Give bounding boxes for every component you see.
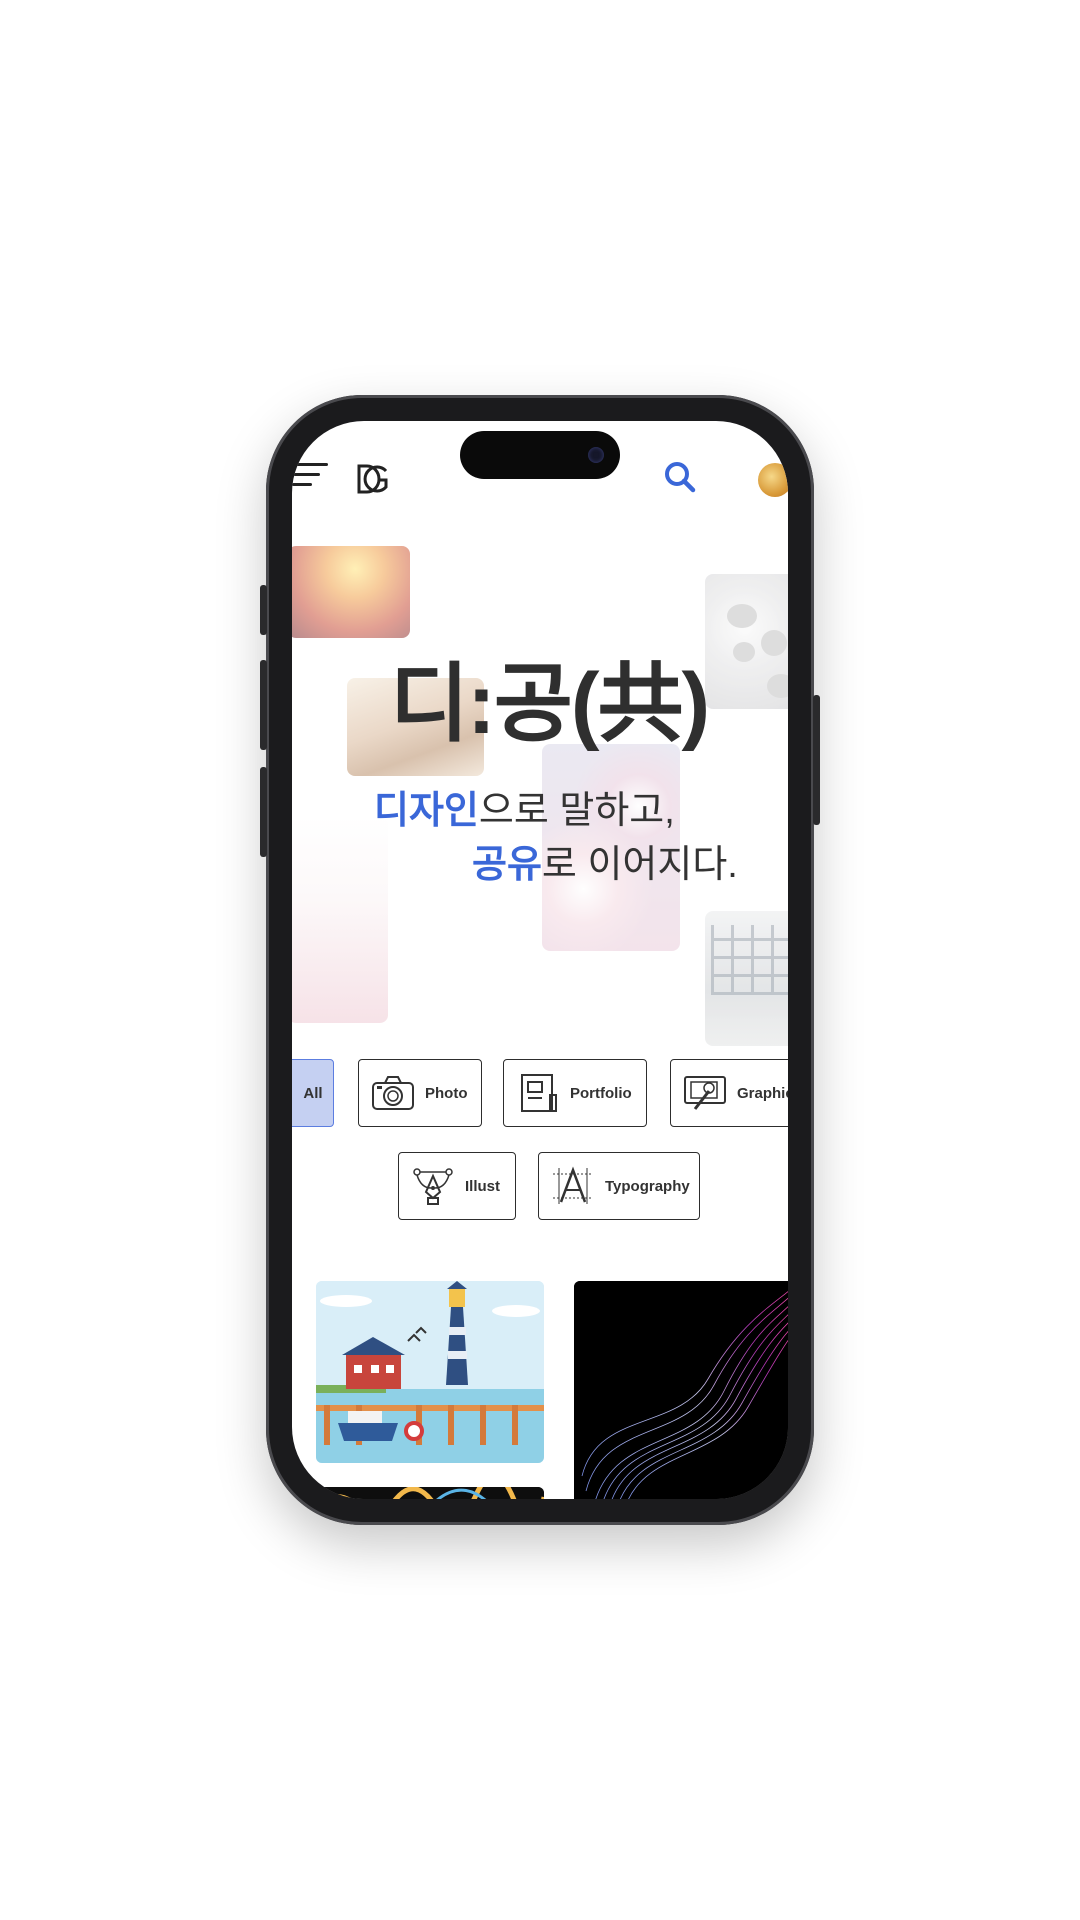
search-icon[interactable]: [662, 459, 698, 495]
category-portfolio-button[interactable]: Portfolio: [503, 1059, 647, 1127]
hero-tagline-1: 디자인으로 말하고,: [374, 790, 675, 832]
side-button: [260, 585, 267, 635]
abstract-wave-graphic: [574, 1281, 788, 1499]
power-button: [813, 695, 820, 825]
category-illust-button[interactable]: Illust: [398, 1152, 516, 1220]
colorful-pattern-graphic: [316, 1487, 544, 1499]
pen-tool-icon: [413, 1168, 453, 1205]
volume-down-button: [260, 767, 267, 857]
dynamic-island: [460, 431, 620, 479]
typography-icon: [553, 1166, 593, 1204]
volume-up-button: [260, 660, 267, 750]
post-card-colorful[interactable]: [316, 1487, 544, 1499]
post-card-abstract-wave[interactable]: [574, 1281, 788, 1499]
category-all-button[interactable]: All: [292, 1059, 334, 1127]
highlight-design: 디자인: [374, 790, 479, 832]
portfolio-book-icon: [521, 1074, 557, 1112]
highlight-share: 공유: [472, 844, 542, 886]
graphic-tablet-icon: [684, 1076, 726, 1110]
lighthouse-illustration: [316, 1281, 544, 1463]
collage-photo-shells: [705, 574, 788, 709]
camera-icon: [372, 1076, 414, 1110]
category-typography-button[interactable]: Typography: [538, 1152, 700, 1220]
collage-photo-window: [705, 911, 788, 1046]
logo[interactable]: DG: [356, 459, 390, 499]
collage-photo-pink: [292, 816, 388, 1023]
screen: DG 디:공(共) 디자인으로 말하고, 공유로 이어지다.: [292, 421, 788, 1499]
dg-logo-icon: [357, 464, 388, 494]
user-avatar[interactable]: [758, 463, 788, 497]
hero-tagline-2: 공유로 이어지다.: [472, 844, 738, 886]
hero-title: 디:공(共): [390, 656, 710, 752]
post-card-lighthouse[interactable]: [316, 1281, 544, 1463]
collage-photo-sunset: [292, 546, 410, 638]
category-graphic-button[interactable]: Graphic: [670, 1059, 788, 1127]
hamburger-menu-icon[interactable]: [292, 457, 332, 491]
category-photo-button[interactable]: Photo: [358, 1059, 482, 1127]
phone-frame: DG 디:공(共) 디자인으로 말하고, 공유로 이어지다.: [260, 395, 820, 1525]
